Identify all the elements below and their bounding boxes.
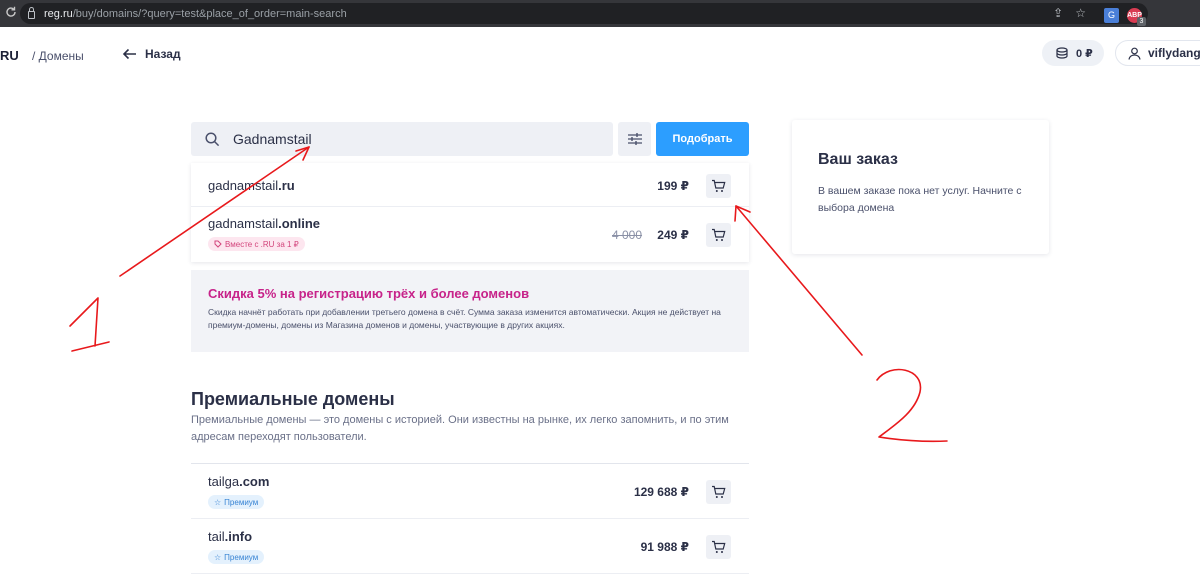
premium-tag-label: Премиум xyxy=(224,552,259,562)
domain-tld: .online xyxy=(278,216,320,231)
browser-toolbar: reg.ru/buy/domains/?query=test&place_of_… xyxy=(0,0,1200,27)
domain-search-input[interactable]: Gadnamstail xyxy=(191,122,613,156)
username: viflydange xyxy=(1148,46,1200,60)
coins-icon xyxy=(1056,46,1068,59)
search-icon xyxy=(205,131,220,146)
domain-price: 91 988 ₽ xyxy=(640,540,689,554)
adblock-badge: 3 xyxy=(1137,17,1146,26)
sliders-icon xyxy=(627,133,642,145)
add-to-cart-button[interactable] xyxy=(706,174,731,198)
domain-label: tail xyxy=(208,529,225,544)
user-icon xyxy=(1128,47,1141,60)
domain-name: gadnamstail.ru xyxy=(208,178,295,193)
domain-label: gadnamstail xyxy=(208,178,279,193)
lock-icon xyxy=(28,6,35,19)
star-icon: ☆ xyxy=(214,497,222,507)
domain-price: 199 ₽ xyxy=(657,179,689,193)
premium-row[interactable]: tailga.com ☆ Премиум 129 688 ₽ xyxy=(191,464,749,519)
promo-text: Скидка начнёт работать при добавлении тр… xyxy=(208,307,721,330)
order-summary: Ваш заказ В вашем заказе пока нет услуг.… xyxy=(792,120,1049,254)
search-results: gadnamstail.ru 199 ₽ gadnamstail.online … xyxy=(191,163,749,262)
cart-icon xyxy=(712,179,726,192)
domain-name: tail.info xyxy=(208,529,252,544)
result-row[interactable]: gadnamstail.online Вместе с .RU за 1 ₽ 4… xyxy=(191,207,749,262)
cart-icon xyxy=(712,540,726,553)
premium-tag: ☆ Премиум xyxy=(208,495,265,509)
order-text: В вашем заказе пока нет услуг. Начните с… xyxy=(818,185,1022,214)
back-button[interactable]: Назад xyxy=(122,47,181,61)
adblock-extension-icon[interactable]: ABP 3 xyxy=(1127,8,1146,26)
add-to-cart-button[interactable] xyxy=(706,223,731,247)
domain-tld: .com xyxy=(239,474,270,489)
tag-icon xyxy=(214,240,222,248)
premium-row[interactable]: tail.info ☆ Премиум 91 988 ₽ xyxy=(191,519,749,574)
old-price: 4 000 xyxy=(612,228,643,242)
breadcrumb[interactable]: / Домены xyxy=(32,49,84,63)
domain-label: gadnamstail xyxy=(208,216,279,231)
address-bar[interactable]: reg.ru/buy/domains/?query=test&place_of_… xyxy=(20,3,1148,26)
balance-amount: 0 ₽ xyxy=(1076,47,1093,60)
translate-extension-icon[interactable]: G xyxy=(1104,8,1119,23)
back-label: Назад xyxy=(145,47,181,61)
site-logo[interactable]: RU xyxy=(0,48,19,63)
bundle-tag-label: Вместе с .RU за 1 ₽ xyxy=(225,239,299,249)
domain-name: gadnamstail.online xyxy=(208,216,320,231)
domain-name: tailga.com xyxy=(208,474,269,489)
url-host: reg.ru xyxy=(44,7,73,20)
annotation-number-1 xyxy=(69,297,110,352)
cart-icon xyxy=(712,228,726,241)
domain-label: tailga xyxy=(208,474,240,489)
user-menu[interactable]: viflydange xyxy=(1115,40,1200,66)
filter-button[interactable] xyxy=(618,122,651,156)
promo-title: Скидка 5% на регистрацию трёх и более до… xyxy=(208,286,530,301)
cart-icon xyxy=(712,485,726,498)
domain-tld: .ru xyxy=(278,178,295,193)
domain-tld: .info xyxy=(224,529,253,544)
premium-title: Премиальные домены xyxy=(191,389,395,409)
domain-price: 249 ₽ xyxy=(657,228,689,242)
bundle-tag: Вместе с .RU за 1 ₽ xyxy=(208,237,305,251)
url-path: /buy/domains/?query=test&place_of_order=… xyxy=(72,7,347,20)
result-row[interactable]: gadnamstail.ru 199 ₽ xyxy=(191,163,749,207)
reload-icon[interactable] xyxy=(0,6,22,21)
add-to-cart-button[interactable] xyxy=(706,480,731,504)
domain-price: 129 688 ₽ xyxy=(633,485,689,499)
pick-button[interactable]: Подобрать xyxy=(656,122,749,156)
bookmark-star-icon[interactable]: ☆ xyxy=(1075,6,1086,20)
premium-tag-label: Премиум xyxy=(224,497,259,507)
balance-button[interactable]: 0 ₽ xyxy=(1042,40,1104,66)
premium-description: Премиальные домены — это домены с истори… xyxy=(191,414,729,443)
order-title: Ваш заказ xyxy=(818,151,898,168)
star-icon: ☆ xyxy=(214,552,222,562)
arrow-left-icon xyxy=(122,48,136,60)
premium-list: tailga.com ☆ Премиум 129 688 ₽ tail.info … xyxy=(191,463,749,574)
promo-banner: Скидка 5% на регистрацию трёх и более до… xyxy=(191,270,749,352)
add-to-cart-button[interactable] xyxy=(706,535,731,559)
search-value: Gadnamstail xyxy=(233,131,312,147)
premium-tag: ☆ Премиум xyxy=(208,550,265,564)
share-icon[interactable]: ⇪ xyxy=(1053,6,1063,20)
annotation-number-2 xyxy=(876,368,948,443)
